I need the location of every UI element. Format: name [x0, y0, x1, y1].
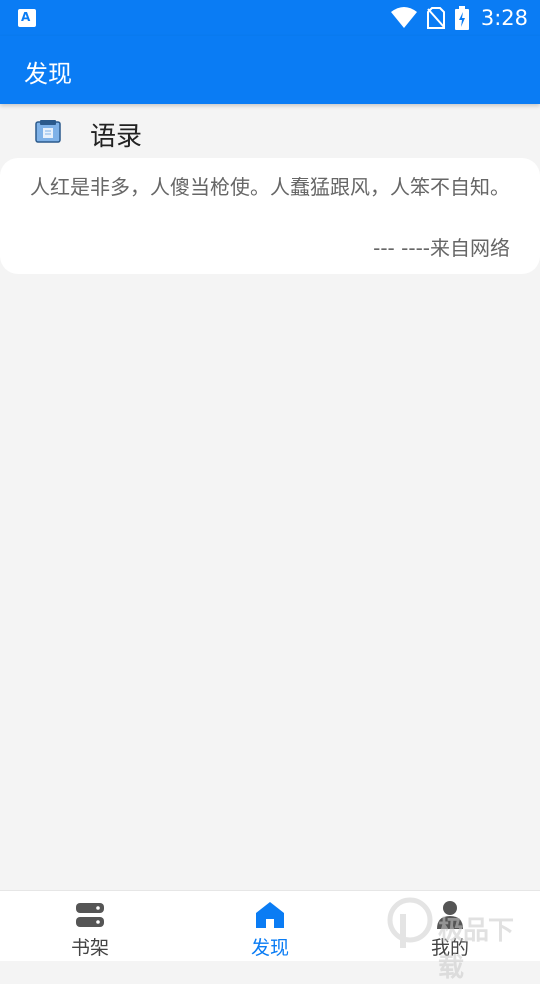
clipboard-icon: [35, 120, 61, 143]
quote-source: --- ----来自网络: [373, 236, 510, 260]
page-title: 发现: [24, 60, 72, 88]
quote-text: 人红是非多，人傻当枪使。人蠢猛跟风，人笨不自知。: [30, 175, 510, 199]
quote-card[interactable]: 人红是非多，人傻当枪使。人蠢猛跟风，人笨不自知。 --- ----来自网络: [0, 158, 540, 274]
status-bar: A 3:28: [0, 0, 540, 36]
nav-item-discover[interactable]: 发现: [180, 891, 360, 961]
app-bar: 发现: [0, 36, 540, 104]
status-icons: 3:28: [381, 0, 528, 36]
nav-label-discover: 发现: [250, 937, 289, 959]
section-title: 语录: [90, 122, 143, 152]
section-header: 语录: [0, 104, 540, 158]
nav-item-bookshelf[interactable]: 书架: [0, 891, 180, 961]
bookshelf-icon: [76, 903, 104, 927]
nav-label-bookshelf: 书架: [70, 937, 109, 959]
home-icon: [256, 902, 284, 928]
app-notification-icon: A: [18, 9, 36, 27]
battery-charging-icon: [454, 6, 469, 30]
watermark-logo-icon: [387, 897, 433, 948]
wifi-icon: [390, 7, 417, 28]
watermark: 极品下载: [386, 894, 536, 983]
no-sim-icon: [426, 7, 445, 29]
watermark-text: 极品下载: [438, 916, 514, 983]
status-time: 3:28: [480, 6, 528, 30]
